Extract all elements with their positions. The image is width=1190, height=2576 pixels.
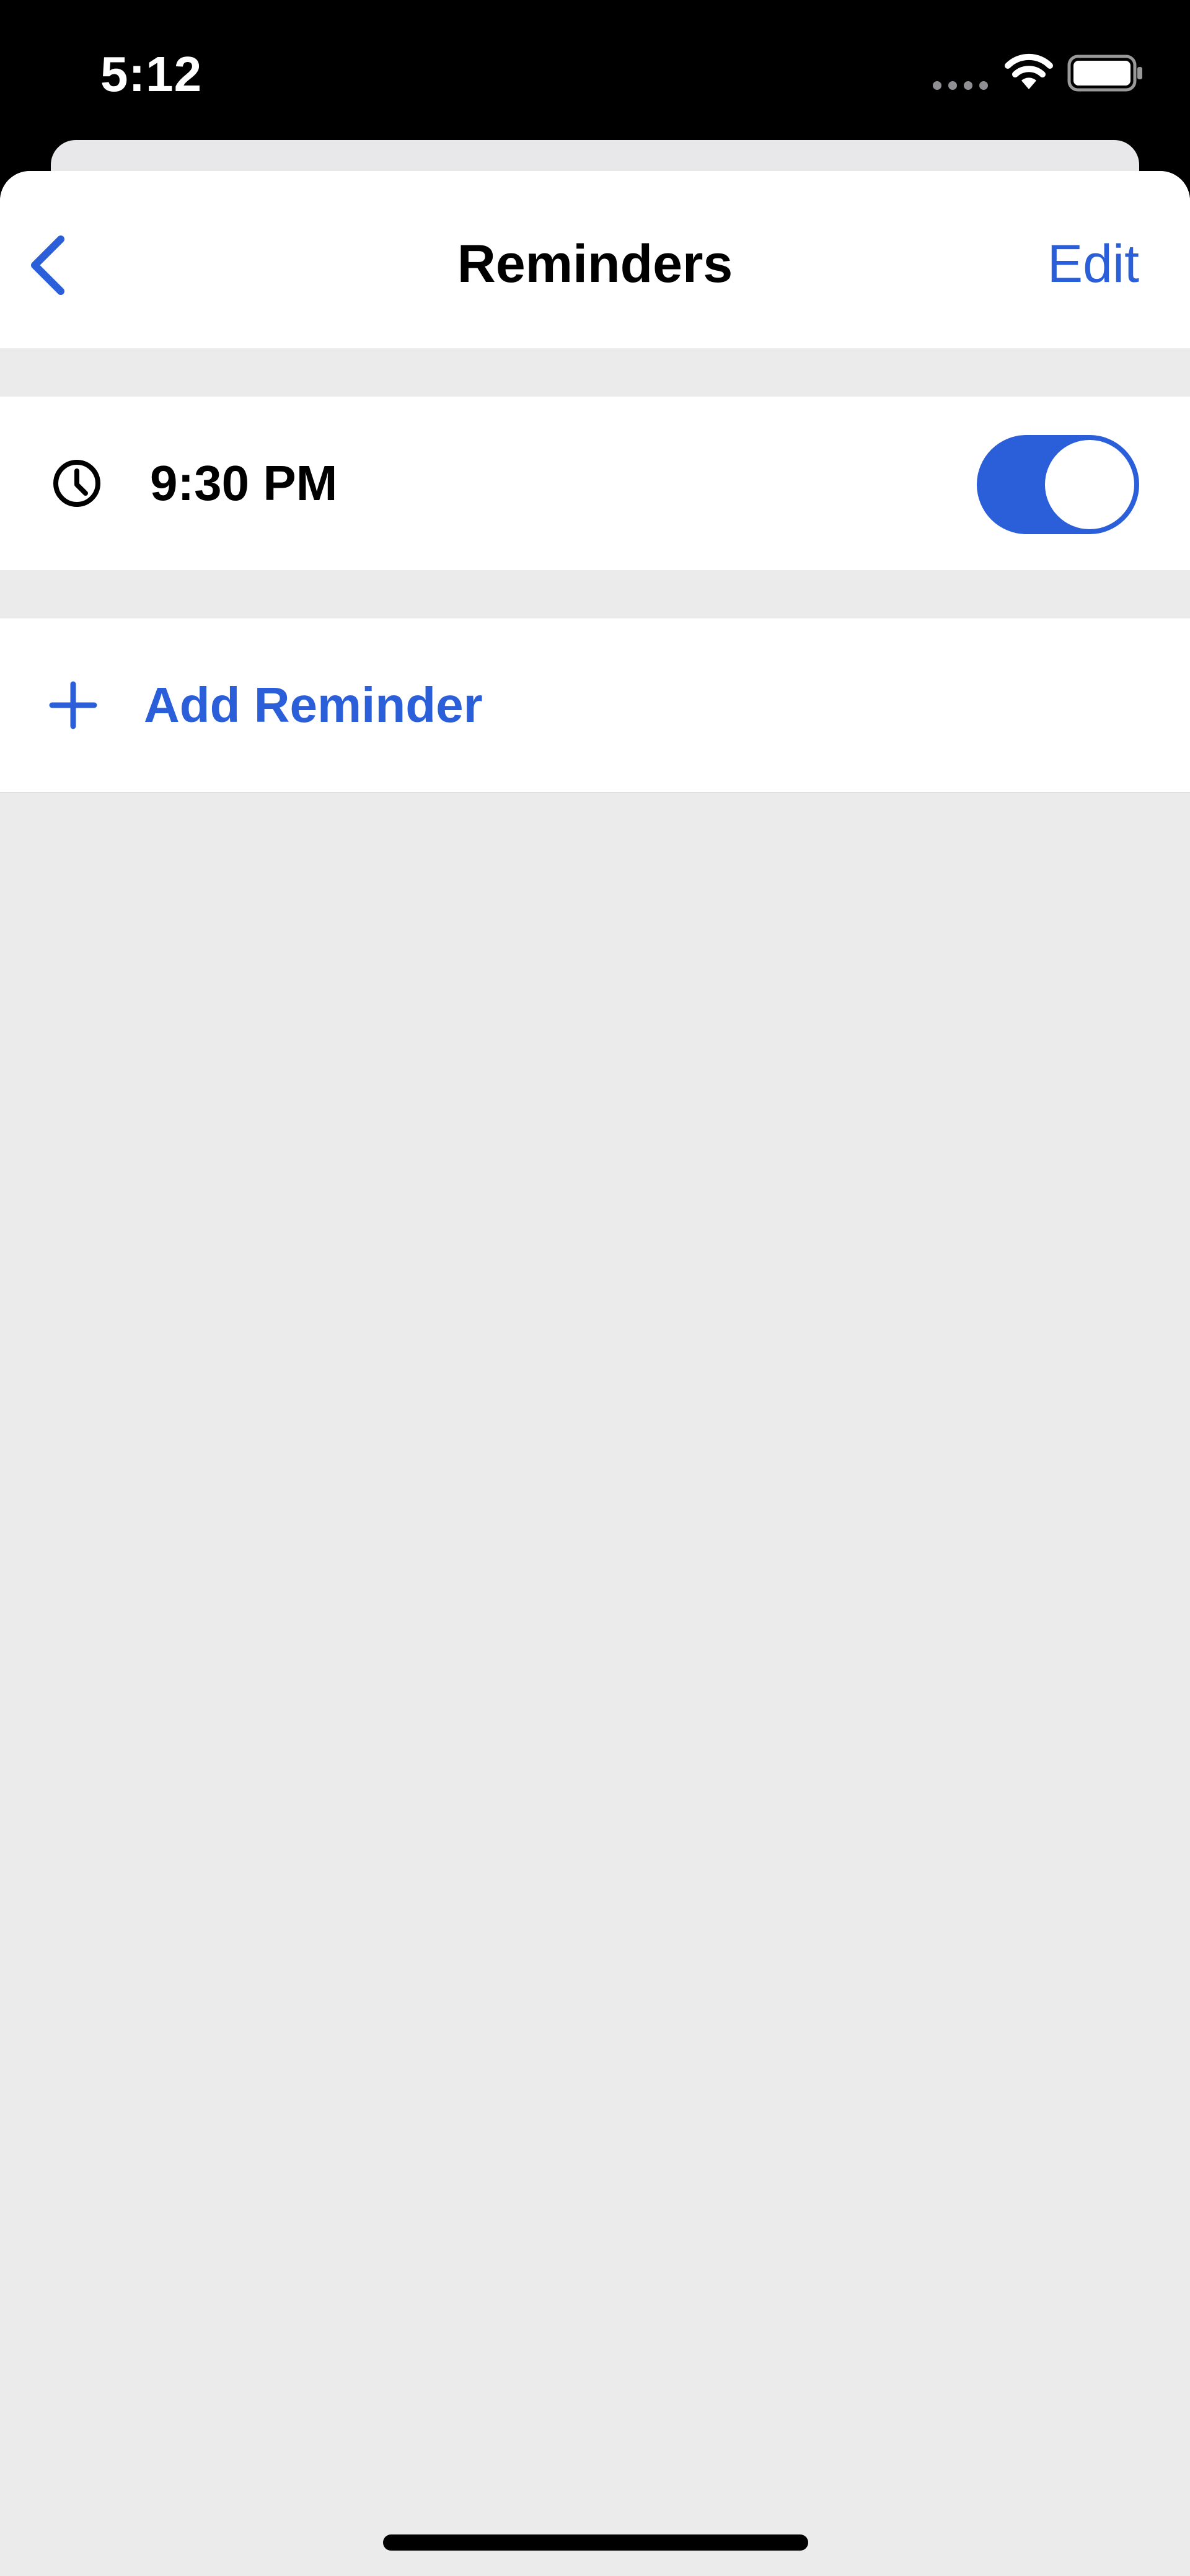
reminders-sheet: Reminders Edit 9:30 PM Add Reminder xyxy=(0,171,1190,2576)
reminder-toggle[interactable] xyxy=(977,435,1139,534)
clock-icon xyxy=(53,460,100,507)
status-time: 5:12 xyxy=(100,46,203,102)
signal-icon xyxy=(933,81,988,90)
wifi-icon xyxy=(1005,53,1053,89)
reminder-time: 9:30 PM xyxy=(150,455,338,511)
navigation-bar: Reminders Edit xyxy=(0,171,1190,348)
reminder-row[interactable]: 9:30 PM xyxy=(0,397,1190,570)
edit-button[interactable]: Edit xyxy=(1047,227,1139,301)
status-bar: 5:12 xyxy=(0,0,1190,143)
add-reminder-label: Add Reminder xyxy=(144,677,483,732)
home-indicator xyxy=(383,2534,808,2551)
toggle-knob xyxy=(1045,440,1134,529)
plus-icon xyxy=(49,681,97,729)
add-reminder-button[interactable]: Add Reminder xyxy=(0,618,1190,793)
page-title: Reminders xyxy=(457,234,733,294)
battery-icon xyxy=(1067,55,1142,92)
